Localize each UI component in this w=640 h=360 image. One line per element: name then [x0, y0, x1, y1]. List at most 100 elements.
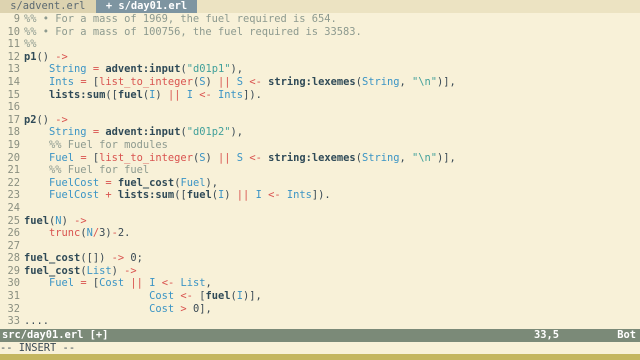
status-filename: src/day01.erl [+]: [2, 329, 109, 341]
line-number: 31: [7, 290, 20, 303]
code-line[interactable]: 30 Fuel = [Cost || I <- List,: [0, 277, 640, 290]
line-number: 30: [7, 277, 20, 290]
line-number: 27: [7, 239, 20, 252]
code-line[interactable]: 23 FuelCost + lists:sum([fuel(I) || I <-…: [0, 189, 640, 202]
line-number: 20: [7, 151, 20, 164]
code-token: 2.: [117, 227, 131, 240]
code-token: list_to_integer: [99, 75, 193, 88]
code-token: Ints: [286, 189, 312, 202]
code-token: String: [361, 75, 400, 88]
line-number: 24: [7, 201, 20, 214]
code-line[interactable]: 18 String = advent:input("d01p2"),: [0, 126, 640, 139]
code-token: p2: [24, 113, 37, 126]
code-text: Cost > 0],: [20, 303, 212, 316]
code-token: Ints: [49, 75, 75, 88]
code-line[interactable]: 15 lists:sum([fuel(I) || I <- Ints]).: [0, 89, 640, 102]
code-line[interactable]: 20 Fuel = [list_to_integer(S) || S <- st…: [0, 152, 640, 165]
code-line[interactable]: 32 Cost > 0],: [0, 303, 640, 316]
code-text: trunc(N/3)-2.: [20, 227, 130, 240]
code-line[interactable]: 21 %% Fuel for fuel: [0, 164, 640, 177]
line-number: 15: [7, 88, 20, 101]
code-line[interactable]: 31 Cost <- [fuel(I)],: [0, 290, 640, 303]
line-number: 14: [7, 75, 20, 88]
code-token: fuel_cost: [117, 176, 175, 189]
code-line[interactable]: 14 Ints = [list_to_integer(S) || S <- st…: [0, 76, 640, 89]
code-token: ]).: [311, 189, 331, 202]
code-token: (): [36, 50, 56, 63]
code-token: ): [61, 214, 75, 227]
code-token: FuelCost: [49, 189, 100, 202]
line-number: 25: [7, 214, 20, 227]
code-line[interactable]: 22 FuelCost = fuel_cost(Fuel),: [0, 177, 640, 190]
code-line[interactable]: 19 %% Fuel for modules: [0, 139, 640, 152]
code-token: lists:sum: [117, 189, 175, 202]
code-line[interactable]: 11%%: [0, 38, 640, 51]
code-token: ),: [205, 176, 218, 189]
code-token: [: [86, 75, 100, 88]
code-line[interactable]: 28 fuel_cost([]) -> 0;: [0, 252, 640, 265]
code-line[interactable]: 25 fuel(N) ->: [0, 215, 640, 228]
code-token: trunc: [49, 227, 81, 240]
code-line[interactable]: 13 String = advent:input("d01p1"),: [0, 63, 640, 76]
code-token: Cost: [149, 302, 175, 315]
code-token: %% Fuel for modules: [49, 138, 168, 151]
code-line[interactable]: 29 fuel_cost(List) ->: [0, 265, 640, 278]
line-number: 13: [7, 63, 20, 76]
code-line[interactable]: 16: [0, 101, 640, 114]
code-token: ->: [74, 214, 87, 227]
tab-0[interactable]: s/advent.erl: [0, 0, 96, 13]
editor-buffer[interactable]: 9 %% • For a mass of 1969, the fuel requi…: [0, 13, 640, 329]
code-token: String: [49, 126, 87, 139]
code-line[interactable]: 17 p2() ->: [0, 114, 640, 127]
code-line[interactable]: 9 %% • For a mass of 1969, the fuel requi…: [0, 13, 640, 26]
line-number: 19: [7, 138, 20, 151]
code-token: ->: [111, 252, 125, 265]
tab-1[interactable]: + s/day01.erl: [95, 0, 198, 13]
code-line[interactable]: 27: [0, 240, 640, 253]
code-token: ||: [236, 189, 250, 202]
code-line[interactable]: 10 %% • For a mass of 100756, the fuel re…: [0, 26, 640, 39]
code-token: ,: [399, 151, 413, 164]
code-token: <-: [199, 88, 212, 101]
code-token: ->: [124, 264, 137, 277]
code-token: <-: [249, 75, 262, 88]
code-token: <-: [249, 151, 262, 164]
code-token: [: [86, 151, 100, 164]
code-token: (): [36, 113, 56, 126]
code-line[interactable]: 26 trunc(N/3)-2.: [0, 227, 640, 240]
code-token: p1: [24, 50, 37, 63]
code-token: Cost: [149, 290, 175, 303]
code-text: Cost <- [fuel(I)],: [20, 290, 262, 303]
code-token: %% • For a mass of 1969, the fuel requir…: [24, 13, 337, 25]
code-token: ([: [174, 189, 187, 202]
cursor-position: 33,5: [534, 329, 560, 341]
code-text: p2() ->: [20, 114, 68, 127]
tabline: s/advent.erl + s/day01.erl: [0, 0, 640, 13]
code-token: %% Fuel for fuel: [49, 164, 150, 177]
code-text: String = advent:input("d01p1"),: [20, 63, 243, 76]
code-token: )],: [437, 151, 456, 164]
code-line[interactable]: 33....: [0, 315, 640, 328]
code-token: ||: [167, 88, 181, 101]
code-token: string:lexemes: [268, 75, 356, 88]
line-number: 26: [7, 227, 20, 240]
code-line[interactable]: 24: [0, 202, 640, 215]
code-line[interactable]: 12 p1() ->: [0, 51, 640, 64]
terminal-status-bar: [0, 354, 640, 360]
line-number: 29: [7, 264, 20, 277]
code-token: 3): [99, 227, 112, 240]
code-token: ....: [24, 315, 50, 328]
code-token: ->: [55, 50, 68, 63]
code-text: Fuel = [Cost || I <- List,: [20, 277, 212, 290]
code-text: p1() ->: [20, 51, 68, 64]
code-token: [: [86, 277, 100, 290]
